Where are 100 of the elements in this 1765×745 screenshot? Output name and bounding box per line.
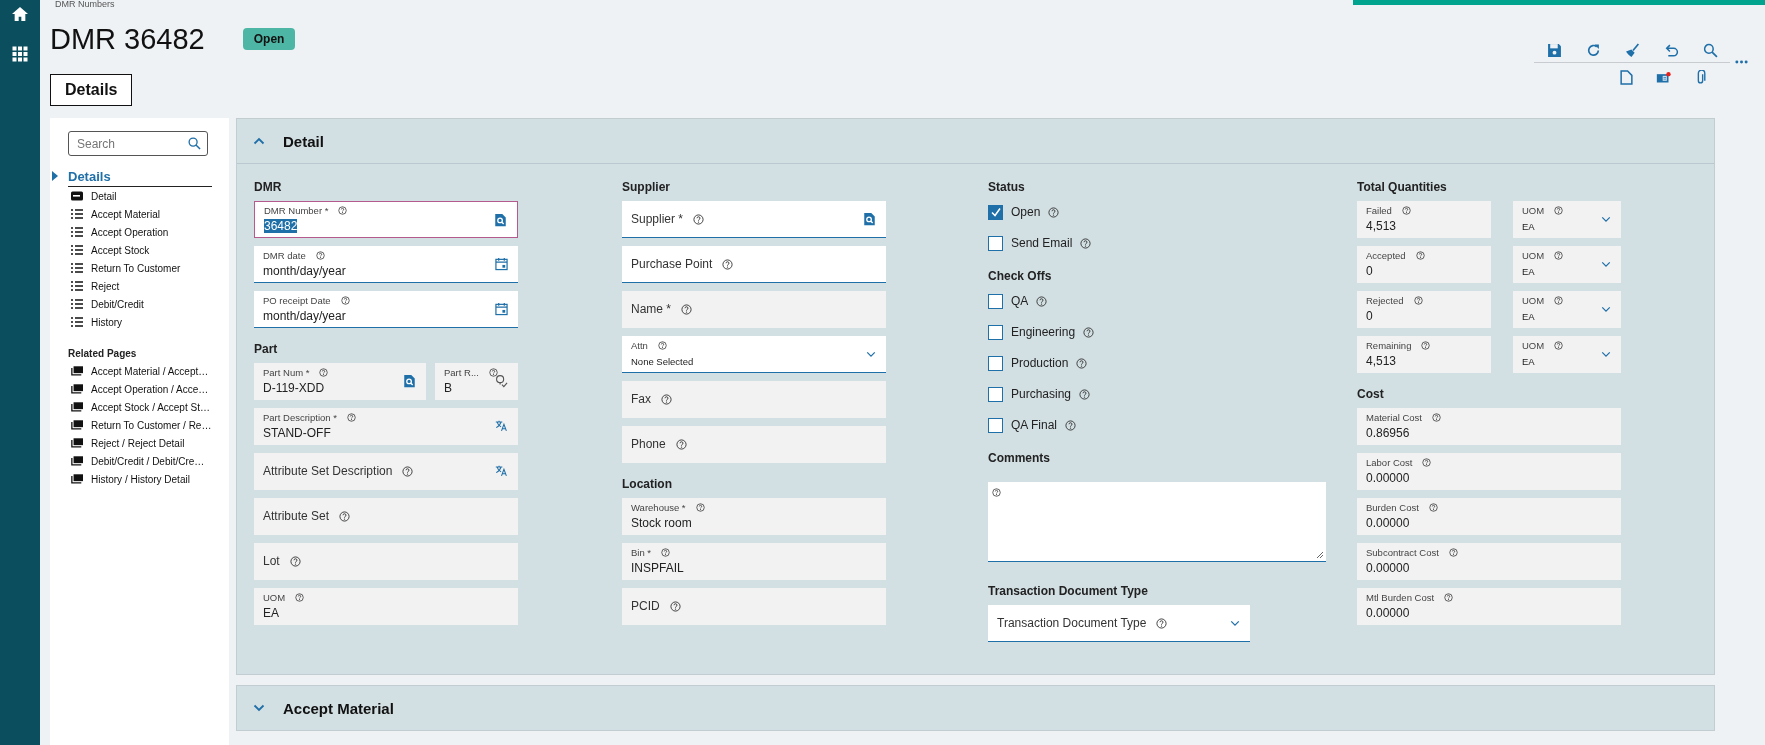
related-page-link[interactable]: Accept Stock / Accept St… xyxy=(71,398,229,416)
apps-grid-icon[interactable] xyxy=(11,46,29,62)
help-icon[interactable] xyxy=(693,213,705,225)
breadcrumb-link[interactable]: DMR Numbers xyxy=(50,0,115,9)
help-icon[interactable] xyxy=(488,367,498,377)
resize-grip-icon[interactable] xyxy=(1316,551,1324,559)
search-icon[interactable] xyxy=(494,213,507,227)
dropdown-field[interactable]: UOM EA xyxy=(1513,291,1621,328)
lookup-field[interactable]: DMR Number * 36482 xyxy=(254,201,518,238)
text-field[interactable]: Failed 4,513 xyxy=(1357,201,1491,238)
related-page-link[interactable]: Return To Customer / Re… xyxy=(71,416,229,434)
checkbox[interactable] xyxy=(988,386,1003,402)
checkbox-label[interactable]: QA Final xyxy=(1011,418,1058,432)
help-icon[interactable] xyxy=(1421,340,1431,350)
text-field[interactable]: Lot xyxy=(254,543,518,580)
related-page-link[interactable]: Accept Operation / Acce… xyxy=(71,380,229,398)
help-icon[interactable] xyxy=(319,367,329,377)
help-icon[interactable] xyxy=(346,412,356,422)
chevron-down-icon[interactable] xyxy=(253,704,265,712)
help-icon[interactable] xyxy=(992,488,1001,497)
help-icon[interactable] xyxy=(338,206,348,215)
checkbox[interactable] xyxy=(988,324,1003,340)
checkbox[interactable] xyxy=(988,293,1003,309)
text-field[interactable]: UOM EA xyxy=(254,588,518,625)
text-field[interactable]: Purchase Point xyxy=(622,246,886,283)
help-icon[interactable] xyxy=(695,502,705,512)
search-icon[interactable] xyxy=(403,374,416,388)
help-icon[interactable] xyxy=(681,303,692,315)
dropdown-field[interactable]: Attn None Selected xyxy=(622,336,886,373)
search-field[interactable]: Search xyxy=(68,131,208,156)
text-field[interactable]: Mtl Burden Cost 0.00000 xyxy=(1357,588,1621,625)
calendar-icon[interactable] xyxy=(495,257,508,271)
help-icon[interactable] xyxy=(339,510,351,522)
help-icon[interactable] xyxy=(1076,357,1088,369)
help-icon[interactable] xyxy=(661,393,672,405)
nav-item[interactable]: Detail xyxy=(71,187,229,205)
search-check-icon[interactable] xyxy=(495,374,508,388)
text-field[interactable]: Accepted 0 xyxy=(1357,246,1491,283)
text-field[interactable]: Phone xyxy=(622,426,886,463)
dropdown-field[interactable]: Transaction Document Type xyxy=(988,605,1250,642)
help-icon[interactable] xyxy=(1422,457,1432,467)
nav-item[interactable]: Debit/Credit xyxy=(71,295,229,313)
text-field[interactable]: PCID xyxy=(622,588,886,625)
help-icon[interactable] xyxy=(1428,502,1438,512)
help-icon[interactable] xyxy=(1065,419,1077,431)
nav-item[interactable]: Accept Material xyxy=(71,205,229,223)
help-icon[interactable] xyxy=(661,547,671,557)
undo-icon[interactable] xyxy=(1664,42,1679,58)
search-icon[interactable] xyxy=(863,212,876,226)
checkbox[interactable] xyxy=(988,204,1003,220)
help-icon[interactable] xyxy=(1448,547,1458,557)
help-icon[interactable] xyxy=(675,438,687,450)
help-icon[interactable] xyxy=(315,250,325,260)
help-icon[interactable] xyxy=(1554,250,1564,260)
checkbox-label[interactable]: Production xyxy=(1011,356,1069,370)
nav-group-heading[interactable]: Details xyxy=(68,168,111,184)
checkbox-label[interactable]: Send Email xyxy=(1011,236,1073,250)
help-icon[interactable] xyxy=(1444,592,1454,602)
lookup-field[interactable]: Part Num * D-119-XDD xyxy=(254,363,426,400)
text-field[interactable]: Attribute Set xyxy=(254,498,518,535)
text-field[interactable]: Subcontract Cost 0.00000 xyxy=(1357,543,1621,580)
related-page-link[interactable]: Debit/Credit / Debit/Cre… xyxy=(71,452,229,470)
checkbox-label[interactable]: Open xyxy=(1011,205,1041,219)
chevron-down-icon[interactable] xyxy=(1601,216,1611,223)
nav-item[interactable]: Accept Operation xyxy=(71,223,229,241)
checkbox[interactable] xyxy=(988,235,1003,251)
text-field[interactable]: Labor Cost 0.00000 xyxy=(1357,453,1621,490)
calendar-icon[interactable] xyxy=(495,302,508,316)
help-icon[interactable] xyxy=(1413,295,1423,305)
chevron-down-icon[interactable] xyxy=(866,351,876,358)
text-field[interactable]: Bin * INSPFAIL xyxy=(622,543,886,580)
section-header[interactable]: Accept Material xyxy=(237,686,1714,730)
help-icon[interactable] xyxy=(1554,340,1564,350)
nav-item[interactable]: Reject xyxy=(71,277,229,295)
related-page-link[interactable]: Accept Material / Accept… xyxy=(71,362,229,380)
text-field[interactable]: Part Description * STAND-OFF xyxy=(254,408,518,445)
save-icon[interactable] xyxy=(1547,42,1562,58)
help-icon[interactable] xyxy=(1554,295,1564,305)
help-icon[interactable] xyxy=(669,600,681,612)
checkbox-label[interactable]: Engineering xyxy=(1011,325,1076,339)
nav-item[interactable]: History xyxy=(71,313,229,331)
text-field[interactable]: Burden Cost 0.00000 xyxy=(1357,498,1621,535)
chevron-down-icon[interactable] xyxy=(1601,261,1611,268)
help-icon[interactable] xyxy=(1401,205,1411,215)
text-field[interactable]: Remaining 4,513 xyxy=(1357,336,1491,373)
help-icon[interactable] xyxy=(1080,237,1092,249)
tab[interactable]: Details xyxy=(50,74,133,106)
card-icon[interactable] xyxy=(1656,69,1671,85)
related-page-link[interactable]: Reject / Reject Detail xyxy=(71,434,229,452)
comments-field[interactable] xyxy=(988,482,1326,562)
document-icon[interactable] xyxy=(1619,69,1634,85)
help-icon[interactable] xyxy=(402,465,414,477)
translate-icon[interactable] xyxy=(495,419,508,433)
help-icon[interactable] xyxy=(1156,617,1168,629)
dropdown-field[interactable]: UOM EA xyxy=(1513,246,1621,283)
help-icon[interactable] xyxy=(1554,205,1564,215)
related-page-link[interactable]: History / History Detail xyxy=(71,470,229,488)
search-icon[interactable] xyxy=(188,137,201,150)
lookup-field[interactable]: Supplier * xyxy=(622,201,886,238)
brush-icon[interactable] xyxy=(1625,42,1640,58)
